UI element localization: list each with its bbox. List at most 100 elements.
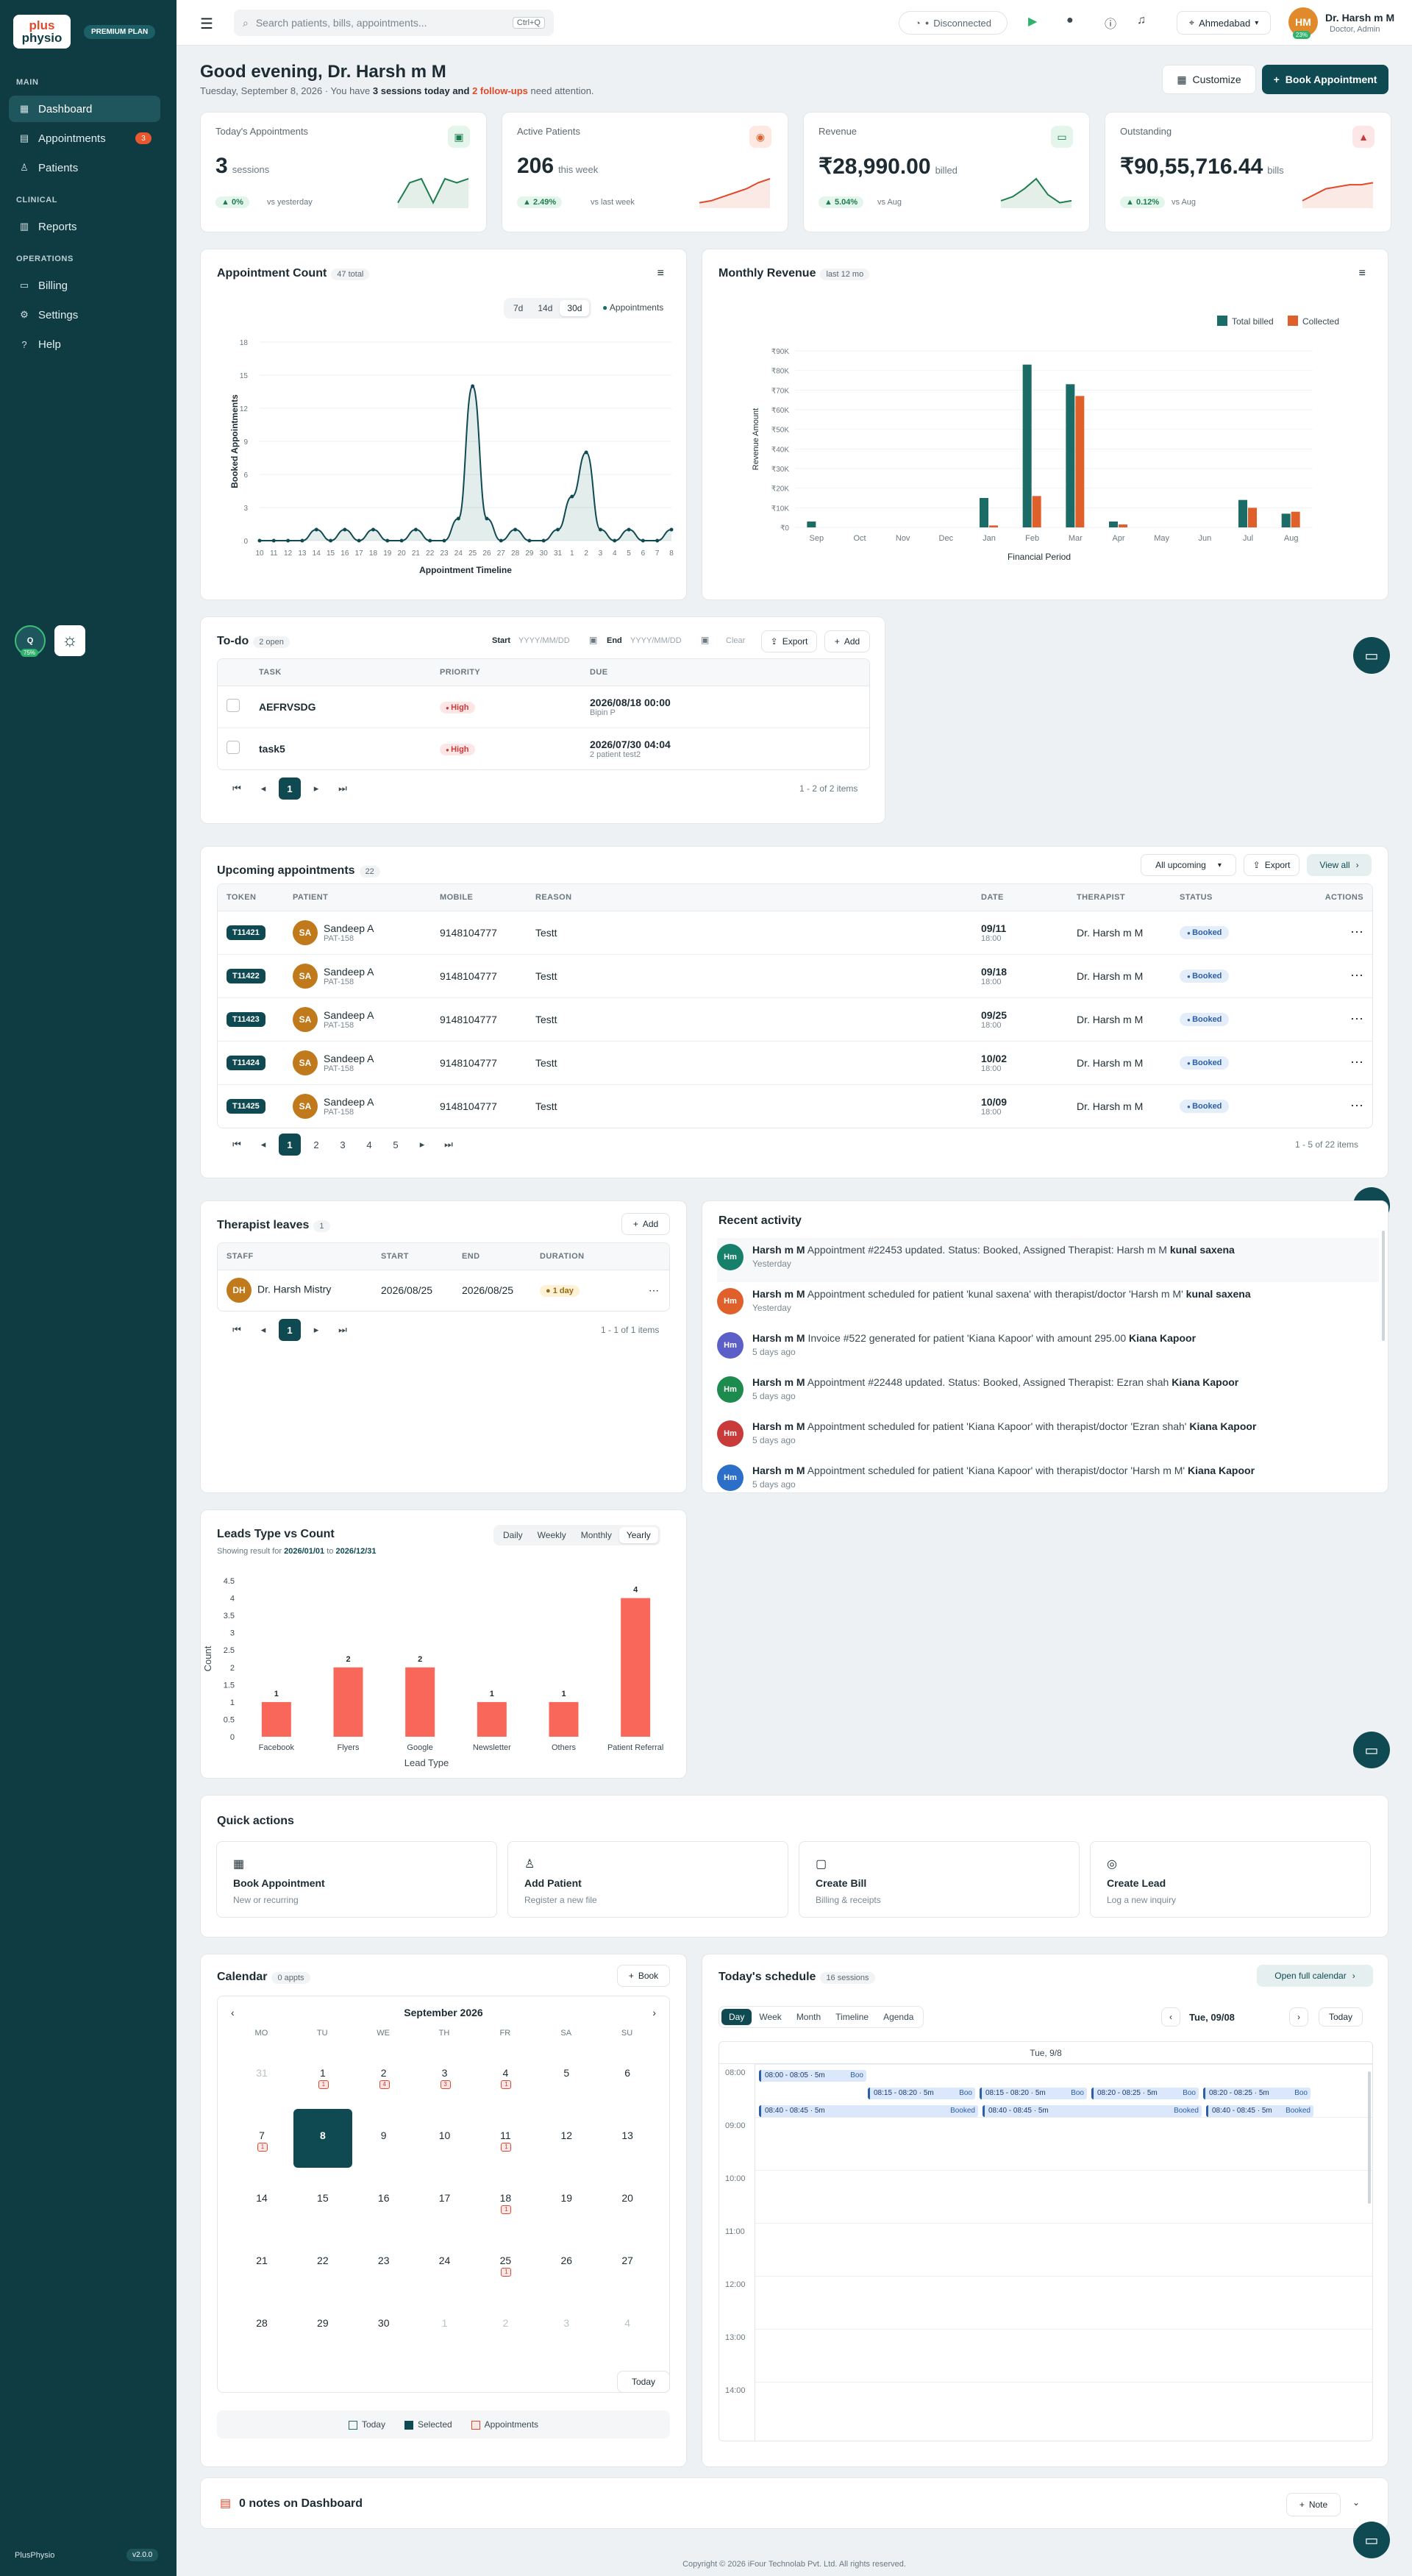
calendar-day[interactable]: 9 bbox=[354, 2109, 413, 2168]
calendar-day[interactable]: 29 bbox=[293, 2296, 352, 2355]
add-leave-button[interactable]: + Add bbox=[621, 1213, 670, 1235]
calendar-day[interactable]: 18 1 bbox=[476, 2171, 535, 2230]
today-button[interactable]: Today bbox=[617, 2371, 670, 2393]
next-page-icon[interactable]: ▸ bbox=[305, 1319, 327, 1341]
logo[interactable]: plus physio bbox=[13, 15, 71, 49]
prev-page-icon[interactable]: ◂ bbox=[252, 1319, 274, 1341]
calendar-day[interactable]: 15 bbox=[293, 2171, 352, 2230]
activity-item[interactable]: Hm Harsh m M Appointment #22448 updated.… bbox=[717, 1370, 1379, 1415]
sidebar-item-settings[interactable]: ⚙ Settings bbox=[9, 302, 160, 328]
calendar-day[interactable]: 2 bbox=[476, 2296, 535, 2355]
calendar-day[interactable]: 5 bbox=[537, 2046, 596, 2105]
calendar-day[interactable]: 1 bbox=[416, 2296, 474, 2355]
open-full-calendar-button[interactable]: Open full calendar › bbox=[1257, 1965, 1373, 1987]
calendar-day[interactable]: 41 bbox=[476, 2046, 535, 2105]
calendar-day[interactable]: 27 bbox=[598, 2234, 657, 2293]
schedule-event[interactable]: Boo 08:00 - 08:05 · 5m bbox=[759, 2070, 866, 2082]
calendar-day[interactable]: 11 bbox=[293, 2046, 352, 2105]
activity-item[interactable]: Hm Harsh m M Appointment scheduled for p… bbox=[717, 1282, 1379, 1326]
activity-item[interactable]: Hm Harsh m M Invoice #522 generated for … bbox=[717, 1326, 1379, 1370]
chevron-down-icon[interactable]: ⌄ bbox=[1352, 2497, 1360, 2508]
first-page-icon[interactable]: ⏮ bbox=[226, 1134, 248, 1156]
page-1[interactable]: 1 bbox=[279, 1134, 301, 1156]
page-4[interactable]: 4 bbox=[358, 1134, 380, 1156]
more-actions-icon[interactable]: ⋯ bbox=[1293, 911, 1372, 955]
more-actions-icon[interactable]: ⋯ bbox=[1293, 1041, 1372, 1085]
kpi-card[interactable]: Today's Appointments ▣ 3 sessions ▲ 0% vs… bbox=[200, 112, 487, 232]
tab-weekly[interactable]: Weekly bbox=[530, 1527, 574, 1543]
calendar-day[interactable]: 8 bbox=[293, 2109, 352, 2168]
range-30d[interactable]: 30d bbox=[560, 300, 590, 316]
theme-toggle-sun-icon[interactable]: ☼ bbox=[54, 625, 85, 656]
end-date-input[interactable]: YYYY/MM/DD bbox=[630, 636, 682, 645]
more-actions-icon[interactable]: ⋯ bbox=[1293, 997, 1372, 1042]
calendar-day[interactable]: 30 bbox=[354, 2296, 413, 2355]
help-circle-icon[interactable]: ⓘ bbox=[1105, 14, 1116, 32]
view-day[interactable]: Day bbox=[721, 2009, 752, 2025]
last-page-icon[interactable]: ⏭ bbox=[438, 1134, 460, 1156]
calendar-day[interactable]: 6 bbox=[598, 2046, 657, 2105]
view-agenda[interactable]: Agenda bbox=[876, 2009, 921, 2025]
next-page-icon[interactable]: ▸ bbox=[411, 1134, 433, 1156]
calendar-day[interactable]: 13 bbox=[598, 2109, 657, 2168]
user-name[interactable]: Dr. Harsh m M bbox=[1325, 12, 1394, 24]
first-page-icon[interactable]: ⏮ bbox=[226, 1319, 248, 1341]
calendar-day[interactable]: 19 bbox=[537, 2171, 596, 2230]
chat-fab-icon[interactable]: ▭ bbox=[1353, 637, 1390, 674]
scrollbar[interactable] bbox=[1382, 1231, 1385, 1341]
sidebar-item-reports[interactable]: ▥ Reports bbox=[9, 213, 160, 240]
more-actions-icon[interactable]: ⋯ bbox=[1293, 1084, 1372, 1128]
schedule-event[interactable]: Boo 08:15 - 08:20 · 5m bbox=[868, 2088, 975, 2099]
page-3[interactable]: 3 bbox=[332, 1134, 354, 1156]
qa-create-lead[interactable]: ◎ Create Lead Log a new inquiry bbox=[1090, 1841, 1371, 1918]
qa-add-patient[interactable]: ♙ Add Patient Register a new file bbox=[507, 1841, 788, 1918]
calendar-day[interactable]: 11 1 bbox=[476, 2109, 535, 2168]
next-page-icon[interactable]: ▸ bbox=[305, 778, 327, 800]
kpi-card[interactable]: Revenue ▭ ₹28,990.00 billed ▲ 5.04% vs Au… bbox=[803, 112, 1090, 232]
schedule-event[interactable]: Boo 08:20 - 08:25 · 5m bbox=[1091, 2088, 1199, 2099]
range-7d[interactable]: 7d bbox=[506, 300, 530, 316]
view-timeline[interactable]: Timeline bbox=[828, 2009, 876, 2025]
view-week[interactable]: Week bbox=[752, 2009, 788, 2025]
schedule-event[interactable]: Boo 08:20 - 08:25 · 5m bbox=[1203, 2088, 1311, 2099]
activity-item[interactable]: Hm Harsh m M Appointment #22453 updated.… bbox=[717, 1238, 1379, 1282]
page-5[interactable]: 5 bbox=[385, 1134, 407, 1156]
kpi-card[interactable]: Outstanding ▲ ₹90,55,716.44 bills ▲ 0.12%… bbox=[1105, 112, 1391, 232]
qa-book-appointment[interactable]: ▦ Book Appointment New or recurring bbox=[216, 1841, 497, 1918]
play-store-icon[interactable]: ▶ bbox=[1028, 14, 1037, 29]
activity-item[interactable]: Hm Harsh m M Appointment scheduled for p… bbox=[717, 1459, 1379, 1503]
sidebar-item-dashboard[interactable]: ▦ Dashboard bbox=[9, 96, 160, 122]
more-actions-icon[interactable]: ⋯ bbox=[1293, 954, 1372, 998]
chart-menu-icon[interactable]: ≡ bbox=[657, 267, 664, 280]
calendar-book-button[interactable]: + Book bbox=[617, 1965, 670, 1987]
export-button[interactable]: ⇪ Export bbox=[1244, 854, 1299, 876]
calendar-day[interactable]: 26 bbox=[537, 2234, 596, 2293]
apple-icon[interactable]: ● bbox=[1066, 14, 1074, 27]
view-all-button[interactable]: View all › bbox=[1307, 854, 1372, 876]
location-select[interactable]: ⌖ Ahmedabad ▾ bbox=[1177, 11, 1271, 35]
next-day-icon[interactable]: › bbox=[1289, 2007, 1308, 2027]
table-row[interactable]: T11423 SA Sandeep A PAT-158 9148104777 Tes… bbox=[218, 997, 1372, 1042]
menu-icon[interactable]: ☰ bbox=[200, 15, 213, 33]
schedule-today-button[interactable]: Today bbox=[1319, 2007, 1363, 2027]
range-14d[interactable]: 14d bbox=[530, 300, 560, 316]
calendar-day[interactable]: 28 bbox=[232, 2296, 291, 2355]
customize-button[interactable]: ▦ Customize bbox=[1162, 65, 1256, 94]
table-row[interactable]: T11422 SA Sandeep A PAT-158 9148104777 Tes… bbox=[218, 954, 1372, 998]
table-row[interactable]: task5 High 2026/07/30 04:042 patient tes… bbox=[218, 727, 869, 769]
export-button[interactable]: ⇪ Export bbox=[761, 630, 817, 652]
page-2[interactable]: 2 bbox=[305, 1134, 327, 1156]
calendar-day[interactable]: 25 1 bbox=[476, 2234, 535, 2293]
table-row[interactable]: DH Dr. Harsh Mistry 2026/08/25 2026/08/25… bbox=[218, 1270, 669, 1311]
first-page-icon[interactable]: ⏮ bbox=[226, 778, 248, 800]
view-month[interactable]: Month bbox=[789, 2009, 828, 2025]
sidebar-item-help[interactable]: ? Help bbox=[9, 331, 160, 357]
chart-menu-icon[interactable]: ≡ bbox=[1359, 267, 1366, 280]
search-input[interactable]: Search patients, bills, appointments... bbox=[256, 17, 427, 29]
table-row[interactable]: T11424 SA Sandeep A PAT-158 9148104777 Tes… bbox=[218, 1041, 1372, 1085]
upcoming-filter-select[interactable]: All upcoming ▾ bbox=[1141, 854, 1236, 876]
calendar-icon[interactable]: ▣ bbox=[701, 635, 709, 645]
connection-status[interactable]: ◔ ● Disconnected bbox=[899, 11, 1008, 35]
calendar-day[interactable]: 71 bbox=[232, 2109, 291, 2168]
calendar-day[interactable]: 16 bbox=[354, 2171, 413, 2230]
